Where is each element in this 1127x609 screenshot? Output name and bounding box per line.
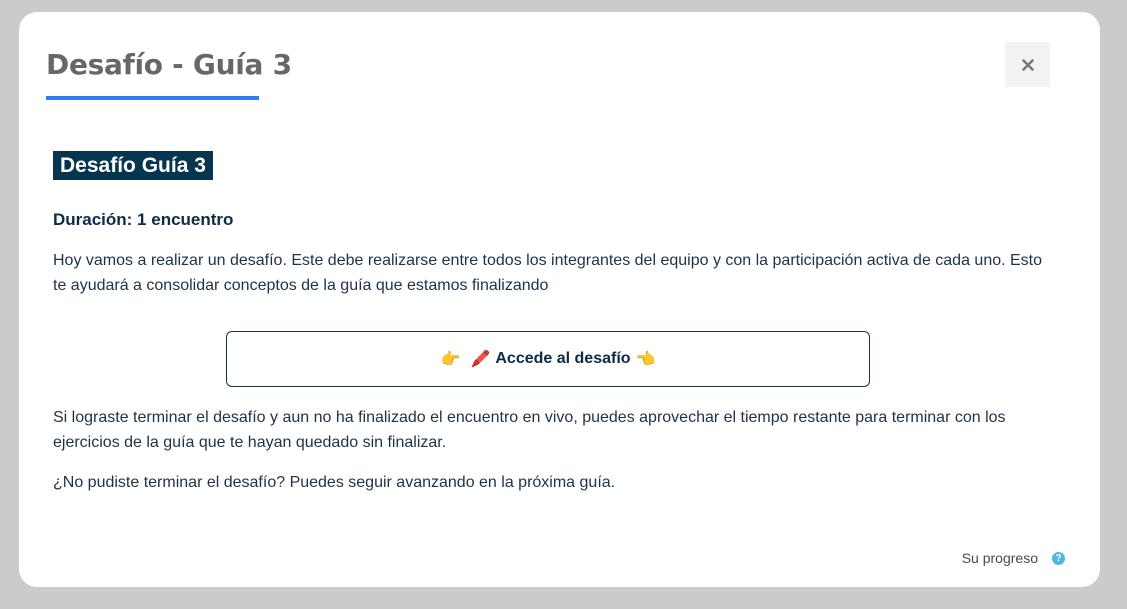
pointing-left-icon: 👈 bbox=[635, 351, 656, 368]
title-underline bbox=[46, 96, 259, 100]
followup-paragraph: Si lograste terminar el desafío y aun no… bbox=[53, 409, 1006, 451]
challenge-modal: Desafío - Guía 3 Desafío Guía 3 Duración… bbox=[19, 12, 1100, 587]
question-circle-icon[interactable]: ? bbox=[1052, 551, 1065, 565]
access-challenge-button[interactable]: 👉 🖍️ Accede al desafío 👈 bbox=[226, 331, 870, 387]
intro-paragraph: Hoy vamos a realizar un desafío. Este de… bbox=[53, 252, 1043, 294]
close-button[interactable] bbox=[1005, 42, 1050, 87]
progress-label: Su progreso bbox=[961, 550, 1038, 566]
close-icon bbox=[1021, 58, 1034, 71]
pointing-right-icon: 👉 bbox=[440, 351, 461, 368]
access-challenge-label: Accede al desafío bbox=[495, 350, 631, 367]
section-heading: Desafío Guía 3 bbox=[53, 151, 213, 180]
pencil-icon: 🖍️ bbox=[470, 351, 491, 368]
modal-title: Desafío - Guía 3 bbox=[46, 48, 292, 81]
duration-text: Duración: 1 encuentro bbox=[53, 210, 234, 229]
cta-wrapper: 👉 🖍️ Accede al desafío 👈 bbox=[53, 331, 1053, 387]
progress-section: Su progreso ? bbox=[962, 550, 1065, 566]
next-guide-paragraph: ¿No pudiste terminar el desafío? Puedes … bbox=[53, 474, 616, 491]
modal-content: Desafío Guía 3 Duración: 1 encuentro Hoy… bbox=[53, 151, 1053, 495]
